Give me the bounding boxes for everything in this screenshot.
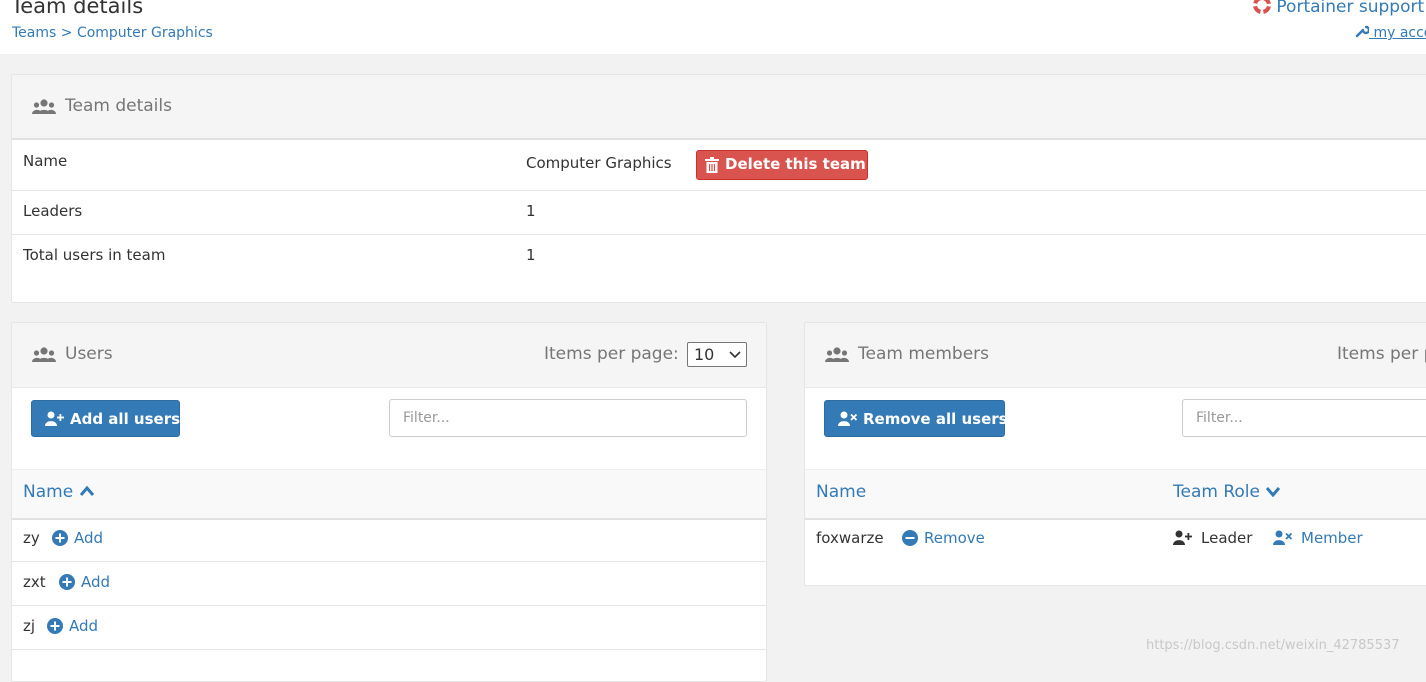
- minus-circle-icon: [902, 530, 918, 546]
- lifebuoy-icon: [1253, 0, 1271, 14]
- members-items-per-page-label: Items per page:: [1337, 344, 1426, 364]
- detail-label: Leaders: [23, 202, 83, 220]
- user-plus-icon: [1173, 530, 1192, 545]
- users-panel: Users Items per page: 10 Add all users F…: [11, 322, 767, 682]
- users-filter-placeholder: Filter...: [403, 410, 450, 426]
- support-link-label: Portainer support: [1276, 0, 1425, 17]
- add-all-users-button[interactable]: Add all users: [31, 400, 180, 437]
- set-member-role-label: Member: [1301, 529, 1363, 547]
- members-col-name: Name: [816, 482, 867, 502]
- breadcrumb-teams-link[interactable]: Teams: [12, 25, 56, 41]
- user-times-icon: [838, 411, 858, 426]
- remove-member-label: Remove: [924, 529, 985, 547]
- detail-value: 1: [526, 246, 536, 264]
- chevron-down-icon: [729, 351, 741, 359]
- remove-all-users-button[interactable]: Remove all users: [824, 400, 1008, 437]
- user-times-icon: [1273, 530, 1293, 545]
- members-filter-input[interactable]: Filter...: [1182, 399, 1426, 437]
- detail-row-leaders: Leaders 1: [12, 190, 1426, 235]
- items-per-page-select[interactable]: 10: [687, 342, 747, 367]
- watermark: https://blog.csdn.net/weixin_42785537: [1146, 638, 1400, 653]
- wrench-icon: [1355, 25, 1371, 38]
- team-members-panel: Team members Items per page: Remove all …: [804, 322, 1426, 586]
- users-title: Users: [65, 344, 113, 364]
- detail-value: 1: [526, 202, 536, 220]
- detail-label: Total users in team: [23, 246, 166, 264]
- plus-circle-icon: [47, 618, 63, 634]
- add-user-label: Add: [81, 573, 111, 591]
- members-header: Team members Items per page:: [805, 323, 1426, 388]
- chevron-down-icon: [1266, 487, 1281, 498]
- breadcrumb: Teams > Computer Graphics: [12, 25, 213, 41]
- table-row: zy Add: [12, 517, 766, 562]
- account-link-label: my account: [1373, 25, 1426, 41]
- table-row: zxt Add: [12, 561, 766, 606]
- table-row: zj Add: [12, 605, 766, 650]
- users-icon: [32, 347, 56, 362]
- users-header: Users Items per page: 10: [12, 323, 766, 388]
- delete-team-button[interactable]: Delete this team: [696, 150, 868, 180]
- remove-all-users-label: Remove all users: [863, 410, 1008, 428]
- detail-value: Computer Graphics: [526, 154, 672, 172]
- support-link[interactable]: Portainer support: [1253, 0, 1424, 17]
- users-col-name: Name: [23, 482, 74, 502]
- top-bar: Team details Teams > Computer Graphics P…: [0, 0, 1426, 54]
- user-plus-icon: [45, 411, 64, 426]
- account-link[interactable]: my account: [1355, 24, 1426, 41]
- members-sort-name[interactable]: Name: [816, 482, 866, 502]
- members-col-role: Team Role: [1173, 482, 1260, 502]
- users-sort-name[interactable]: Name: [23, 482, 95, 502]
- team-details-header: Team details: [12, 75, 1426, 140]
- page-title: Team details: [11, 0, 144, 18]
- add-user-label: Add: [69, 617, 99, 635]
- role-leader-label: Leader: [1201, 529, 1253, 547]
- items-per-page-value: 10: [694, 345, 715, 364]
- users-icon: [32, 99, 56, 114]
- users-filter-input[interactable]: Filter...: [389, 399, 747, 437]
- breadcrumb-current-link[interactable]: Computer Graphics: [77, 25, 213, 41]
- members-title: Team members: [858, 344, 990, 364]
- member-name: foxwarze: [816, 529, 884, 547]
- plus-circle-icon: [52, 530, 68, 546]
- detail-label: Name: [23, 152, 68, 170]
- detail-row-total-users: Total users in team 1: [12, 234, 1426, 278]
- items-per-page-label: Items per page:: [544, 344, 679, 364]
- breadcrumb-separator: >: [60, 25, 73, 41]
- members-filter-placeholder: Filter...: [1196, 410, 1243, 426]
- detail-row-name: Name Computer Graphics Delete this team: [12, 140, 1426, 191]
- team-details-title: Team details: [65, 96, 172, 116]
- trash-icon: [705, 157, 719, 173]
- table-row: foxwarze Remove Leader Member: [805, 517, 1426, 561]
- members-sort-role[interactable]: Team Role: [1173, 482, 1281, 502]
- users-table-header: Name: [12, 469, 766, 520]
- plus-circle-icon: [59, 574, 75, 590]
- add-all-users-label: Add all users: [70, 410, 181, 428]
- delete-team-label: Delete this team: [725, 155, 866, 173]
- members-table-header: Name Team Role: [805, 469, 1426, 520]
- team-details-panel: Team details Name Computer Graphics Dele…: [11, 74, 1426, 303]
- users-icon: [825, 347, 849, 362]
- user-name: zj: [23, 617, 36, 635]
- chevron-up-icon: [79, 485, 94, 496]
- user-name: zy: [23, 529, 40, 547]
- add-user-label: Add: [74, 529, 104, 547]
- user-name: zxt: [23, 573, 46, 591]
